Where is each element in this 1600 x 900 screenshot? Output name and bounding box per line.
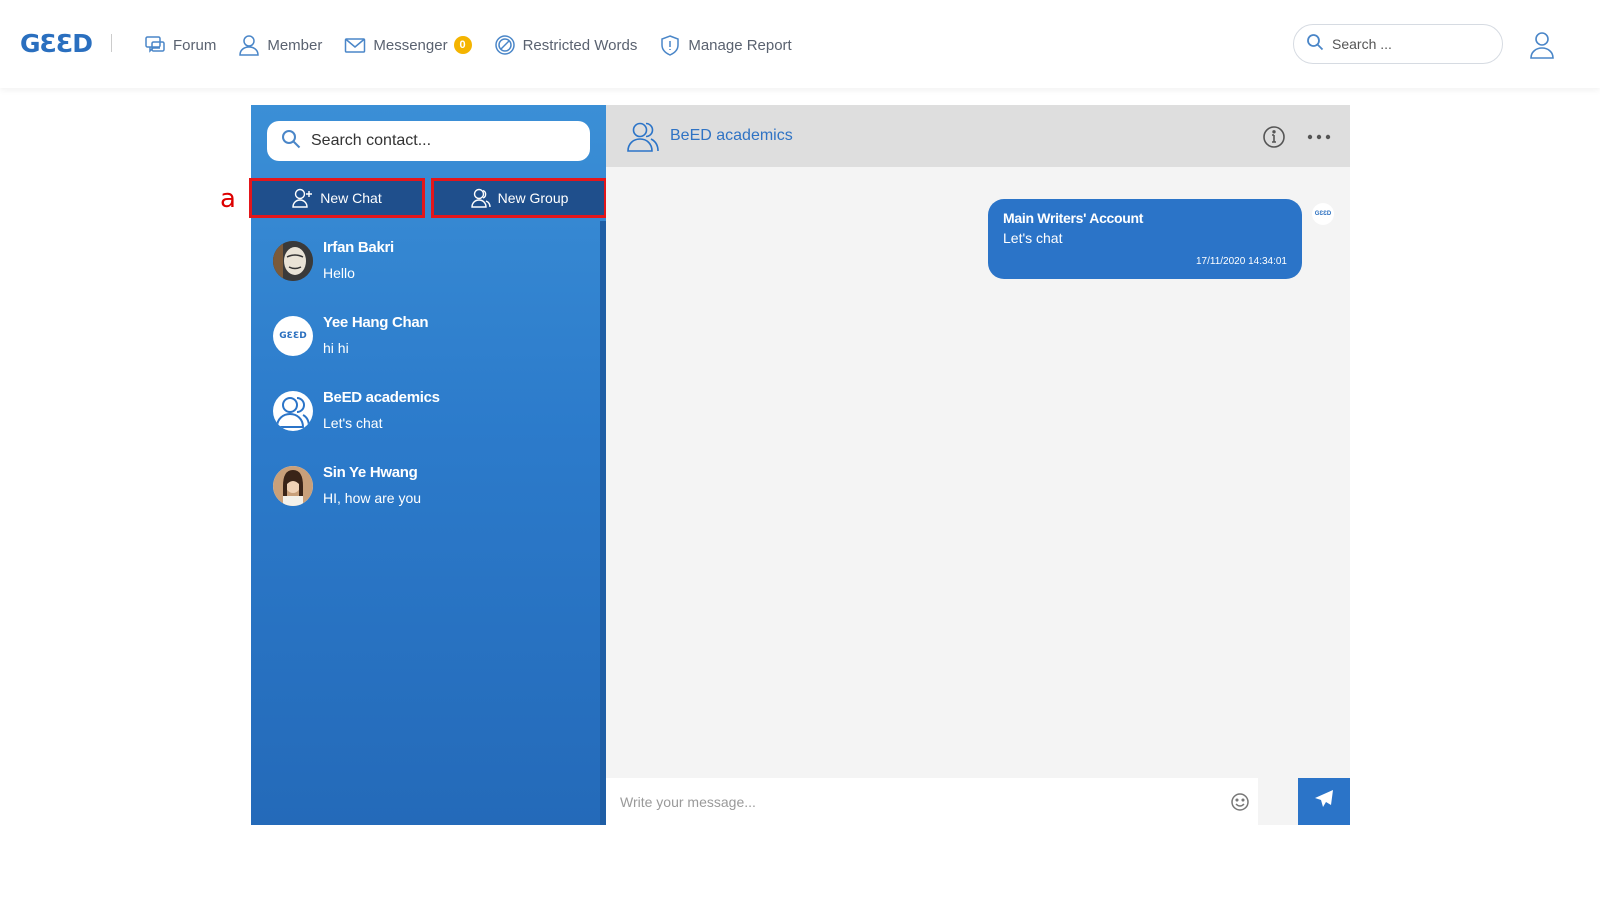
- restricted-icon: [494, 34, 516, 56]
- main-nav: Forum Member Messenger 0 Restricted Word…: [144, 30, 814, 60]
- emoji-icon[interactable]: [1230, 792, 1250, 812]
- send-button[interactable]: [1298, 778, 1350, 825]
- search-icon: [1306, 33, 1324, 56]
- contact-last-message: Let's chat: [323, 415, 383, 431]
- mail-icon: [344, 34, 366, 56]
- more-options-icon[interactable]: [1306, 125, 1332, 149]
- message-text: Let's chat: [1003, 230, 1063, 246]
- contact-item[interactable]: Irfan Bakri Hello: [251, 231, 600, 306]
- message-sender: Main Writers' Account: [1003, 210, 1144, 226]
- avatar: [273, 241, 313, 281]
- divider: [111, 34, 112, 52]
- top-search-input[interactable]: [1332, 36, 1482, 52]
- nav-label: Messenger: [373, 36, 448, 54]
- annotation-a: a: [220, 184, 236, 214]
- brand-logo-mini: GƐƐD: [279, 331, 307, 341]
- message-bubble: Main Writers' Account Let's chat 17/11/2…: [988, 199, 1302, 279]
- messenger-badge: 0: [453, 36, 472, 54]
- contact-search-input[interactable]: [311, 132, 571, 150]
- compose-bar: [606, 778, 1258, 825]
- shield-icon: [659, 34, 681, 56]
- nav-label: Member: [267, 36, 323, 54]
- nav-item-forum[interactable]: Forum: [144, 34, 216, 56]
- contact-search-box[interactable]: [267, 121, 590, 161]
- user-profile-icon[interactable]: [1529, 31, 1555, 59]
- top-search-box[interactable]: [1293, 24, 1503, 64]
- sender-avatar: GƐƐD: [1312, 203, 1334, 225]
- info-icon[interactable]: [1262, 125, 1286, 149]
- contact-sidebar: New Chat New Group Irfan Bakri Hello: [249, 105, 607, 825]
- group-icon: [470, 188, 492, 208]
- avatar: GƐƐD: [273, 316, 313, 356]
- chat-panel: BeED academics Main Writers' Account Let…: [606, 105, 1350, 825]
- new-group-label: New Group: [497, 190, 569, 206]
- nav-item-manage-report[interactable]: Manage Report: [659, 34, 792, 56]
- top-navbar: GƐƐD Forum Member Messenger 0 Restricted…: [0, 0, 1600, 88]
- brand-logo-text: GƐƐD: [20, 29, 93, 58]
- send-icon: [1314, 789, 1334, 814]
- message-timestamp: 17/11/2020 14:34:01: [1195, 256, 1287, 267]
- search-icon: [281, 129, 301, 154]
- nav-label: Forum: [173, 36, 217, 54]
- contact-item[interactable]: BeED academics Let's chat: [251, 381, 600, 456]
- brand-logo[interactable]: GƐƐD: [20, 28, 93, 60]
- avatar: [273, 466, 313, 506]
- nav-item-restricted-words[interactable]: Restricted Words: [494, 34, 638, 56]
- new-chat-button[interactable]: New Chat: [249, 178, 425, 218]
- contact-name: BeED academics: [323, 389, 440, 406]
- nav-label: Manage Report: [688, 36, 792, 54]
- group-icon: [626, 119, 660, 153]
- chat-title: BeED academics: [670, 127, 793, 144]
- contact-item[interactable]: GƐƐD Yee Hang Chan hi hi: [251, 306, 600, 381]
- contact-item[interactable]: Sin Ye Hwang HI, how are you: [251, 456, 600, 531]
- contact-last-message: Hello: [323, 265, 355, 281]
- add-user-icon: [292, 188, 314, 208]
- contact-list: Irfan Bakri Hello GƐƐD Yee Hang Chan hi …: [251, 231, 600, 531]
- contact-last-message: hi hi: [323, 340, 349, 356]
- new-chat-label: New Chat: [320, 190, 382, 206]
- nav-item-messenger[interactable]: Messenger 0: [344, 34, 472, 56]
- contact-name: Sin Ye Hwang: [323, 464, 418, 481]
- new-group-button[interactable]: New Group: [431, 178, 607, 218]
- chat-header: BeED academics: [606, 105, 1350, 167]
- member-icon: [238, 34, 260, 56]
- contact-name: Yee Hang Chan: [323, 314, 429, 331]
- contact-last-message: HI, how are you: [323, 490, 422, 506]
- group-icon: [273, 391, 313, 431]
- forum-icon: [144, 34, 166, 56]
- message-input[interactable]: [620, 793, 1210, 810]
- nav-item-member[interactable]: Member: [238, 34, 322, 56]
- nav-label: Restricted Words: [522, 36, 638, 54]
- contact-name: Irfan Bakri: [323, 239, 394, 256]
